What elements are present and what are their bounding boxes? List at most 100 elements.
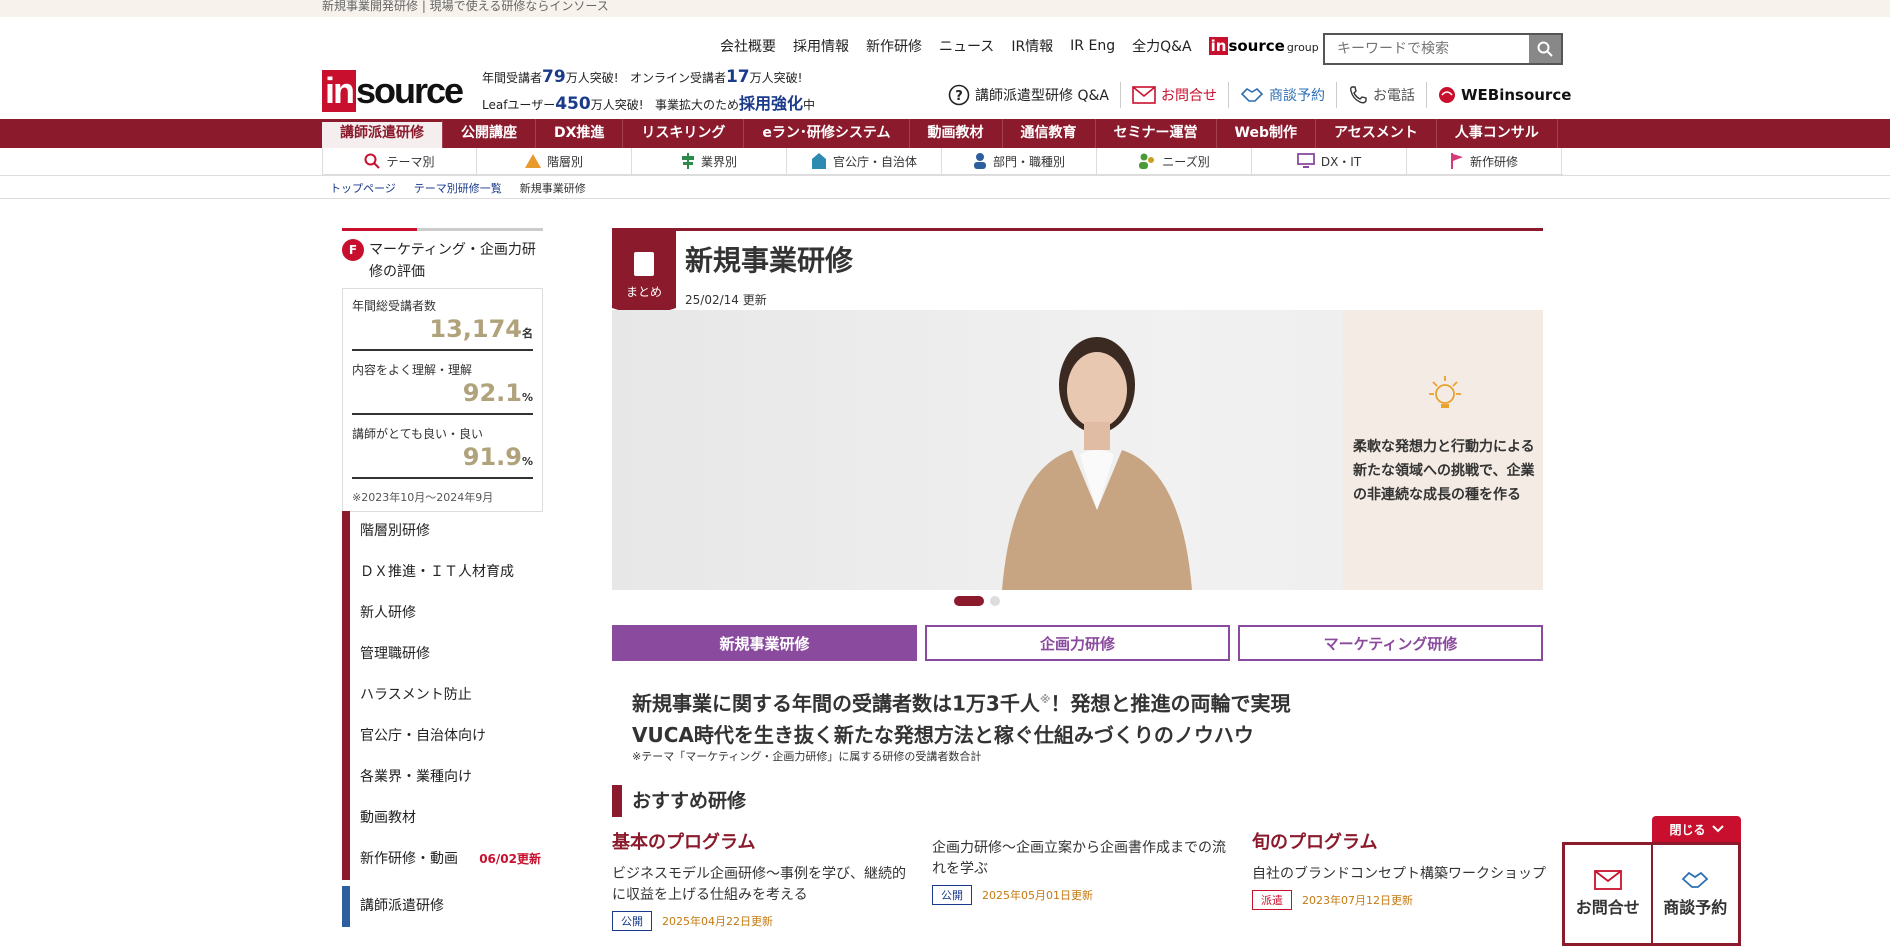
mail-icon — [1132, 86, 1156, 104]
util-link-new-training[interactable]: 新作研修 — [866, 36, 922, 56]
nav-video[interactable]: 動画教材 — [910, 119, 1003, 148]
evaluation-box: F マーケティング・企画力研修の評価 年間総受講者数 13,174名 内容をよく… — [342, 228, 543, 512]
sidemenu-item[interactable]: 各業界・業種向け — [342, 757, 543, 798]
insource-logo[interactable]: in source — [322, 70, 464, 112]
eval-title: マーケティング・企画力研修の評価 — [369, 242, 536, 280]
sidemenu-item[interactable]: ハラスメント防止 — [342, 675, 543, 716]
contact-link[interactable]: お問合せ — [1119, 82, 1228, 108]
nav-hr-consulting[interactable]: 人事コンサル — [1437, 119, 1558, 148]
subnav-needs[interactable]: ニーズ別 — [1097, 148, 1252, 174]
tab-new-business[interactable]: 新規事業研修 — [612, 625, 917, 661]
subnav-dx-it[interactable]: DX・IT — [1252, 148, 1407, 174]
handshake-icon — [1681, 871, 1709, 888]
breadcrumb-home[interactable]: トップページ — [330, 180, 396, 196]
flag-icon — [1450, 153, 1463, 169]
magnifier-icon — [364, 153, 381, 169]
pyramid-icon — [524, 154, 541, 168]
tab-planning[interactable]: 企画力研修 — [925, 625, 1230, 661]
slider-dot[interactable] — [990, 596, 1000, 606]
nav-seminar[interactable]: セミナー運営 — [1096, 119, 1217, 148]
summary-badge: まとめ — [612, 231, 676, 318]
side-menu: 階層別研修 ＤＸ推進・ＩＴ人材育成 新人研修 管理職研修 ハラスメント防止 官公… — [342, 511, 543, 927]
subnav-industry[interactable]: 業界別 — [632, 148, 787, 174]
lead-note: ※テーマ「マーケティング・企画力研修」に属する研修の受講者数合計 — [632, 750, 982, 763]
nav-correspondence[interactable]: 通信教育 — [1003, 119, 1096, 148]
search-box — [1323, 33, 1563, 65]
hero-woman-image — [1002, 337, 1192, 590]
insource-group-link[interactable]: in source group — [1208, 37, 1319, 55]
subnav-government[interactable]: 官公庁・自治体 — [787, 148, 942, 174]
float-contact-button[interactable]: お問合せ — [1565, 845, 1651, 943]
breadcrumb: トップページ テーマ別研修一覧 新規事業研修 — [330, 180, 586, 196]
phone-link[interactable]: お電話 — [1335, 82, 1426, 108]
contact-nav: ? 講師派遣型研修 Q&A お問合せ 商談予約 お電話 WEBinsource — [948, 82, 1582, 108]
util-link-news[interactable]: ニュース — [939, 36, 994, 56]
subnav-level[interactable]: 階層別 — [477, 148, 632, 174]
nav-assessment[interactable]: アセスメント — [1316, 119, 1437, 148]
breadcrumb-current: 新規事業研修 — [519, 182, 586, 195]
program-card: 基本のプログラム ビジネスモデル企画研修～事例を学び、継続的に収益を上げる仕組み… — [612, 830, 912, 931]
category-tabs: 新規事業研修 企画力研修 マーケティング研修 — [612, 625, 1543, 661]
nav-dx[interactable]: DX推進 — [536, 119, 624, 148]
search-button[interactable] — [1529, 35, 1561, 63]
sidemenu-item[interactable]: 管理職研修 — [342, 634, 543, 675]
sidemenu-item-dispatch[interactable]: 講師派遣研修 — [342, 886, 543, 927]
people-icon — [1139, 153, 1155, 169]
eval-row-total: 年間総受講者数 13,174名 — [352, 297, 533, 351]
eval-row-instructor: 講師がとても良い・良い 91.9% — [352, 425, 533, 479]
hero-side-panel: 柔軟な発想力と行動力による新たな領域への挑戦で、企業の非連続な成長の種を作る — [1343, 310, 1543, 590]
person-icon — [973, 153, 986, 169]
sub-nav: テーマ別 階層別 業界別 官公庁・自治体 部門・職種別 ニーズ別 DX・IT 新… — [322, 148, 1563, 175]
util-link-company[interactable]: 会社概要 — [720, 36, 776, 56]
float-booking-button[interactable]: 商談予約 — [1650, 845, 1739, 943]
program-link[interactable]: 自社のブランドコンセプト構築ワークショップ — [1252, 864, 1552, 885]
program-link[interactable]: ビジネスモデル企画研修～事例を学び、継続的に収益を上げる仕組みを考える — [612, 864, 912, 906]
handshake-icon — [1240, 87, 1264, 102]
util-link-ir-eng[interactable]: IR Eng — [1070, 38, 1115, 54]
sidemenu-item-new[interactable]: 新作研修・動画 06/02更新 — [342, 839, 543, 880]
nav-public-courses[interactable]: 公開講座 — [443, 119, 536, 148]
phone-icon — [1349, 86, 1367, 104]
program-link[interactable]: 企画力研修～企画立案から企画書作成までの流れを学ぶ — [932, 838, 1232, 880]
search-input[interactable] — [1325, 35, 1529, 63]
sidemenu-item[interactable]: 新人研修 — [342, 593, 543, 634]
subnav-department[interactable]: 部門・職種別 — [942, 148, 1097, 174]
eval-row-understanding: 内容をよく理解・理解 92.1% — [352, 361, 533, 415]
util-link-ir[interactable]: IR情報 — [1011, 36, 1053, 56]
nav-dispatch-training[interactable]: 講師派遣研修 — [322, 119, 443, 148]
eval-note: ※2023年10月～2024年9月 — [352, 491, 494, 504]
hero-slider[interactable]: 柔軟な発想力と行動力による新たな領域への挑戦で、企業の非連続な成長の種を作る — [612, 310, 1543, 590]
slider-dots — [954, 596, 1000, 606]
main-nav: 講師派遣研修 公開講座 DX推進 リスキリング eラン･研修システム 動画教材 … — [0, 119, 1890, 148]
subnav-theme[interactable]: テーマ別 — [322, 148, 477, 174]
program-tag: 公開 — [612, 911, 652, 931]
program-date: 2023年07月12日更新 — [1302, 894, 1413, 907]
util-link-qa[interactable]: 全力Q&A — [1132, 36, 1192, 56]
qa-link[interactable]: ? 講師派遣型研修 Q&A — [948, 82, 1120, 108]
tab-marketing[interactable]: マーケティング研修 — [1238, 625, 1543, 661]
question-icon: ? — [948, 84, 970, 106]
lead-text: 新規事業に関する年間の受講者数は1万3千人※！発想と推進の両輪で実現 VUCA時… — [632, 691, 1291, 747]
hero-caption: 柔軟な発想力と行動力による新たな領域への挑戦で、企業の非連続な成長の種を作る — [1353, 439, 1535, 503]
program-heading: 基本のプログラム — [612, 832, 756, 853]
util-link-recruit[interactable]: 採用情報 — [793, 36, 849, 56]
subnav-new-training[interactable]: 新作研修 — [1407, 148, 1562, 174]
sidemenu-item[interactable]: 階層別研修 — [342, 511, 543, 552]
book-icon — [634, 252, 654, 276]
breadcrumb-theme-list[interactable]: テーマ別研修一覧 — [414, 180, 502, 196]
page-title: 新規事業研修 — [685, 244, 854, 277]
nav-reskilling[interactable]: リスキリング — [623, 119, 745, 148]
sidemenu-item[interactable]: 動画教材 — [342, 798, 543, 839]
svg-text:?: ? — [955, 89, 963, 104]
nav-web[interactable]: Web制作 — [1217, 119, 1316, 148]
float-close-button[interactable]: 閉じる — [1652, 816, 1741, 842]
sidemenu-item[interactable]: ＤＸ推進・ＩＴ人材育成 — [342, 552, 543, 593]
nav-elearning[interactable]: eラン･研修システム — [744, 119, 910, 148]
chevron-down-icon — [1711, 825, 1724, 833]
sidemenu-item[interactable]: 官公庁・自治体向け — [342, 716, 543, 757]
program-tag: 公開 — [932, 885, 972, 905]
mail-icon — [1593, 870, 1622, 890]
webinsource-link[interactable]: WEBinsource — [1425, 82, 1582, 108]
slider-dot-active[interactable] — [954, 596, 984, 606]
booking-link[interactable]: 商談予約 — [1227, 82, 1336, 108]
